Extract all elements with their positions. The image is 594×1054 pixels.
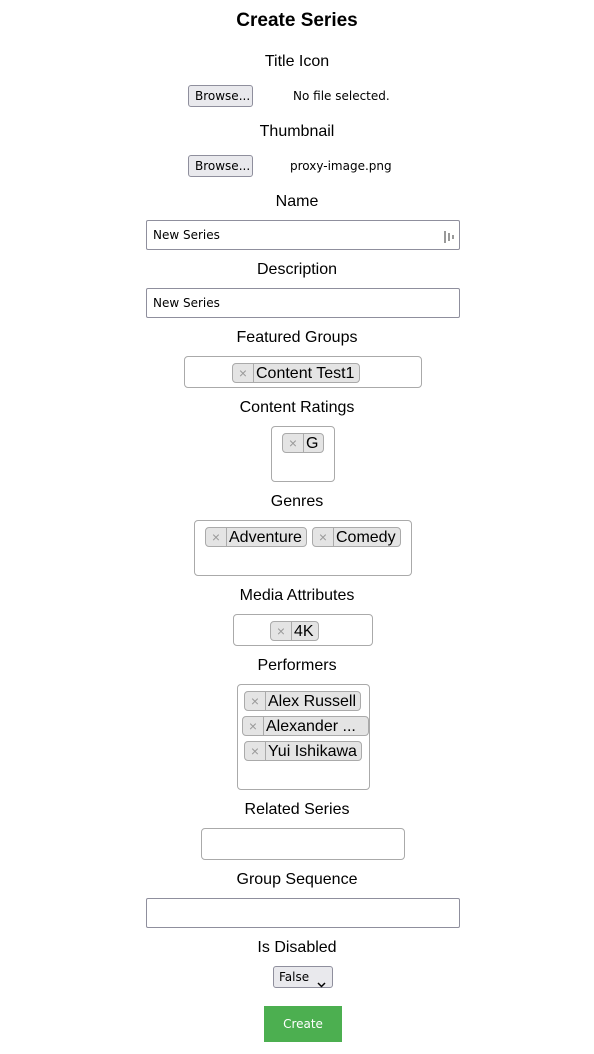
genre-tag: × Comedy: [312, 527, 402, 547]
performers-select[interactable]: × Alex Russell × Alexander ... × Yui Ishika…: [237, 684, 370, 790]
performer-tag: × Yui Ishikawa: [244, 741, 363, 761]
thumbnail-file-name: proxy-image.png: [290, 159, 392, 173]
related-series-select[interactable]: [201, 828, 405, 860]
create-button[interactable]: Create: [264, 1006, 342, 1042]
remove-tag-icon[interactable]: ×: [206, 528, 227, 546]
thumbnail-browse-button[interactable]: Browse...: [188, 155, 253, 177]
name-input[interactable]: New Series: [146, 220, 460, 250]
remove-tag-icon[interactable]: ×: [245, 742, 266, 760]
featured-groups-label: Featured Groups: [236, 329, 358, 346]
group-sequence-input[interactable]: [146, 898, 460, 928]
password-manager-icon[interactable]: [443, 227, 455, 243]
media-attribute-tag: × 4K: [270, 621, 320, 641]
genres-select[interactable]: × Adventure × Comedy: [194, 520, 412, 576]
chevron-down-icon: [317, 974, 326, 988]
remove-tag-icon[interactable]: ×: [283, 434, 304, 452]
name-input-value: New Series: [153, 228, 220, 242]
remove-tag-icon[interactable]: ×: [313, 528, 334, 546]
related-series-label: Related Series: [244, 801, 350, 818]
group-sequence-label: Group Sequence: [236, 871, 358, 888]
is-disabled-label: Is Disabled: [257, 939, 337, 956]
thumbnail-label: Thumbnail: [259, 123, 335, 140]
featured-groups-select[interactable]: × Content Test1: [184, 356, 422, 388]
description-label: Description: [256, 261, 338, 278]
content-ratings-select[interactable]: × G: [271, 426, 335, 482]
remove-tag-icon[interactable]: ×: [271, 622, 292, 640]
title-icon-browse-button[interactable]: Browse...: [188, 85, 253, 107]
remove-tag-icon[interactable]: ×: [233, 364, 254, 382]
tag-label: Alexander ...: [266, 718, 356, 735]
media-attributes-select[interactable]: × 4K: [233, 614, 373, 646]
media-attributes-label: Media Attributes: [239, 587, 355, 604]
tag-label: Adventure: [229, 529, 302, 546]
title-icon-label: Title Icon: [264, 53, 330, 70]
performer-tag: × Alexander ...: [242, 716, 369, 736]
title-icon-file-name: No file selected.: [293, 89, 390, 103]
name-label: Name: [275, 193, 319, 210]
tag-label: Yui Ishikawa: [268, 743, 357, 760]
tag-label: Comedy: [336, 529, 396, 546]
featured-group-tag: × Content Test1: [232, 363, 360, 383]
tag-label: Content Test1: [256, 365, 355, 382]
content-rating-tag: × G: [282, 433, 324, 453]
tag-label: G: [306, 435, 319, 452]
is-disabled-select[interactable]: False: [273, 966, 333, 988]
description-input[interactable]: New Series: [146, 288, 460, 318]
genre-tag: × Adventure: [205, 527, 308, 547]
remove-tag-icon[interactable]: ×: [245, 692, 266, 710]
is-disabled-selected-value: False: [279, 970, 310, 984]
content-ratings-label: Content Ratings: [239, 399, 355, 416]
page-title: Create Series: [236, 10, 358, 31]
tag-label: Alex Russell: [268, 693, 357, 710]
performers-label: Performers: [257, 657, 337, 674]
genres-label: Genres: [270, 493, 324, 510]
remove-tag-icon[interactable]: ×: [243, 717, 264, 735]
description-input-value: New Series: [153, 296, 220, 310]
tag-label: 4K: [294, 623, 314, 640]
performer-tag: × Alex Russell: [244, 691, 362, 711]
